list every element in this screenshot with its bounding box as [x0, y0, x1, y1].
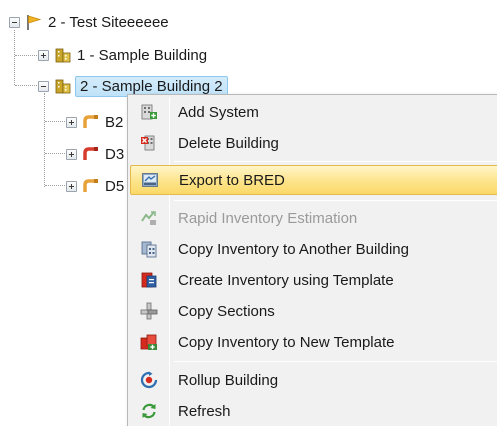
- expand-toggle[interactable]: [38, 49, 49, 61]
- add-system-icon: [130, 103, 168, 121]
- refresh-icon: [130, 402, 168, 420]
- tree-node-label: D3: [105, 145, 125, 163]
- menu-item-label: Copy Inventory to New Template: [178, 333, 395, 351]
- expand-toggle[interactable]: [66, 116, 77, 128]
- tree-node-site[interactable]: 2 - Test Siteeeeee: [9, 10, 169, 34]
- template-icon: [130, 271, 168, 289]
- rapid-estimation-icon: [130, 209, 168, 227]
- rollup-icon: [130, 371, 168, 389]
- tree-node-system-b2[interactable]: B2: [66, 110, 123, 134]
- tree-connector: [14, 30, 15, 85]
- pipe-system-icon: [82, 113, 100, 131]
- flag-icon: [25, 13, 43, 31]
- menu-item-export-to-bred[interactable]: Export to BRED: [130, 165, 497, 195]
- menu-item-refresh[interactable]: Refresh: [130, 396, 497, 426]
- tree-node-label: 1 - Sample Building: [77, 46, 208, 64]
- export-icon: [131, 171, 169, 189]
- menu-item-label: Copy Inventory to Another Building: [178, 240, 409, 258]
- delete-building-icon: [130, 134, 168, 152]
- tree-node-system-d5[interactable]: D5: [66, 174, 124, 198]
- menu-item-copy-sections[interactable]: Copy Sections: [130, 296, 497, 326]
- tree-node-label: 2 - Test Siteeeeee: [48, 13, 169, 31]
- menu-item-copy-inventory-to-new-template[interactable]: Copy Inventory to New Template: [130, 327, 497, 357]
- pipe-system-icon: [82, 177, 100, 195]
- tree-node-building-1[interactable]: 1 - Sample Building: [38, 43, 207, 67]
- expand-toggle[interactable]: [66, 180, 77, 192]
- expand-toggle[interactable]: [66, 148, 77, 160]
- menu-item-label: Rollup Building: [178, 371, 279, 389]
- pipe-system-icon: [82, 145, 100, 163]
- menu-item-label: Delete Building: [178, 134, 279, 152]
- menu-item-label: Export to BRED: [179, 171, 285, 189]
- menu-item-delete-building[interactable]: Delete Building: [130, 128, 497, 158]
- building-icon: [54, 46, 72, 64]
- menu-item-add-system[interactable]: Add System: [130, 97, 497, 127]
- tree-node-label: B2: [105, 113, 124, 131]
- menu-item-label: Create Inventory using Template: [178, 271, 394, 289]
- menu-separator: [174, 361, 497, 362]
- menu-item-label: Rapid Inventory Estimation: [178, 209, 358, 227]
- menu-item-label: Add System: [178, 103, 259, 121]
- menu-separator: [174, 161, 497, 162]
- menu-item-create-inventory-using-template[interactable]: Create Inventory using Template: [130, 265, 497, 295]
- collapse-toggle[interactable]: [38, 80, 49, 92]
- menu-item-label: Copy Sections: [178, 302, 275, 320]
- building-icon: [54, 77, 72, 95]
- tree-panel: 2 - Test Siteeeeee 1 - Sample Building 2…: [0, 0, 497, 426]
- tree-node-label: D5: [105, 177, 125, 195]
- tree-node-system-d3[interactable]: D3: [66, 142, 124, 166]
- menu-item-copy-inventory-to-another-building[interactable]: Copy Inventory to Another Building: [130, 234, 497, 264]
- menu-item-label: Refresh: [178, 402, 231, 420]
- copy-sections-icon: [130, 302, 168, 320]
- menu-item-rollup-building[interactable]: Rollup Building: [130, 365, 497, 395]
- context-menu: Add System Delete Building Export to BRE…: [127, 94, 497, 426]
- tree-connector: [44, 93, 45, 187]
- collapse-toggle[interactable]: [9, 16, 20, 28]
- new-template-icon: [130, 333, 168, 351]
- copy-inventory-icon: [130, 240, 168, 258]
- menu-separator: [174, 200, 497, 201]
- menu-item-rapid-inventory-estimation: Rapid Inventory Estimation: [130, 203, 497, 233]
